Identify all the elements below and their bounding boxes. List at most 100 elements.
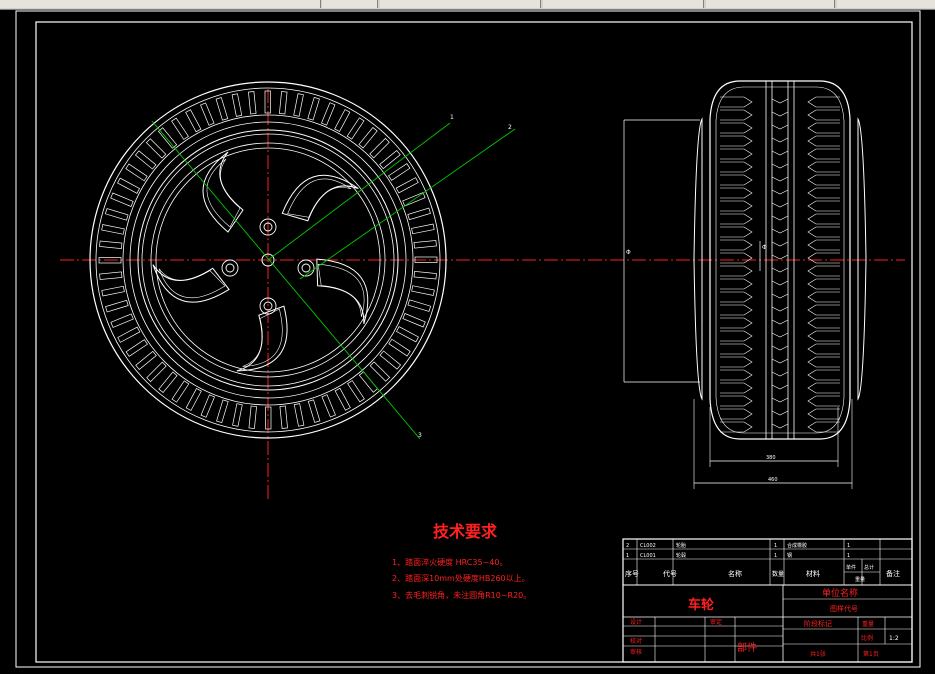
tread-block [388, 163, 411, 181]
toolbar-segment[interactable] [380, 0, 541, 8]
side-tread-lug [807, 213, 840, 225]
row-1-name: 轮毂 [676, 552, 686, 559]
center-tread-lug [771, 280, 789, 286]
side-tread-lug [807, 148, 840, 160]
spoke-cutout [202, 151, 244, 233]
tread-block [369, 361, 391, 382]
tread-block [99, 240, 123, 249]
row-1-material: 钢 [787, 552, 792, 559]
center-tread-lug [771, 319, 789, 325]
side-tread-lug [720, 226, 753, 238]
tread-block [157, 127, 178, 149]
center-tread-lug [771, 384, 789, 390]
review-label: 审核 [630, 648, 642, 656]
side-tread-lug [720, 265, 753, 277]
row-1-no: 1 [626, 553, 629, 559]
title-block [622, 538, 913, 663]
center-tread-lug [771, 332, 789, 338]
tread-block [125, 163, 148, 182]
row-1-qty: 1 [774, 553, 777, 559]
side-tread-lug [720, 330, 753, 342]
tread-block [411, 285, 435, 296]
tread-block [307, 96, 320, 121]
tread-block [117, 177, 141, 194]
side-tread-lug [720, 174, 753, 186]
tread-block [171, 380, 190, 403]
side-tread-lug [807, 135, 840, 147]
header-code: 代号 [663, 569, 677, 578]
side-tread-lug [720, 200, 753, 212]
center-tread-lug [771, 306, 789, 312]
tread-block [110, 313, 134, 328]
tech-requirement-1: 1、踏面淬火硬度 HRC35~40。 [392, 557, 507, 567]
side-tread-lug [807, 317, 840, 329]
tread-block [135, 350, 157, 371]
center-tread-lug [771, 267, 789, 273]
side-tread-lug [720, 252, 753, 264]
side-tread-lug [807, 239, 840, 251]
toolbar-segment[interactable] [543, 0, 704, 8]
tread-block [200, 394, 215, 418]
cad-drawing-canvas[interactable]: 1 2 3 Φ Φ 380 460 技术要求 1、踏面淬火硬度 HRC35~40… [0, 9, 935, 674]
header-total: 总计 [864, 564, 874, 571]
tread-block [402, 313, 426, 328]
tread-block [388, 338, 411, 357]
spoke-cutout [281, 174, 359, 222]
center-tread-lug [771, 241, 789, 247]
side-tread-lug [807, 382, 840, 394]
tread-block [334, 387, 351, 411]
side-tread-lug [807, 265, 840, 277]
tread-block [346, 117, 365, 140]
side-tread-lug [807, 278, 840, 290]
header-remark: 备注 [886, 569, 900, 578]
toolbar-segment[interactable] [837, 0, 935, 8]
tread-block [101, 285, 125, 297]
center-tread-lug [771, 397, 789, 403]
side-tread-lug [720, 109, 753, 121]
tread-block [134, 150, 157, 170]
side-tread-lug [720, 395, 753, 407]
toolbar-segment[interactable] [0, 0, 321, 8]
tread-block [307, 399, 321, 423]
header-name: 名称 [728, 569, 742, 578]
side-tread-lug [807, 187, 840, 199]
row-2-qty: 1 [774, 543, 777, 549]
tread-block [279, 91, 288, 115]
row-2-name: 轮胎 [676, 542, 686, 549]
header-weight: 重量 [855, 576, 865, 583]
row-2-count: 1 [847, 543, 850, 549]
tread-block [369, 137, 390, 159]
center-tread-lug [771, 228, 789, 234]
tread-block [232, 403, 243, 427]
side-tread-lug [807, 343, 840, 355]
sheets-total: 共1张 [810, 650, 826, 658]
side-tread-lug [807, 291, 840, 303]
tread-block [395, 177, 419, 194]
part-kind: 部件 [737, 641, 757, 654]
toolbar-segment[interactable] [706, 0, 835, 8]
spoke-cutout [316, 258, 369, 325]
side-tread-lug [720, 369, 753, 381]
tread-block [413, 240, 437, 249]
tread-block [185, 109, 202, 133]
height-dim-label: Φ [626, 249, 631, 256]
side-tread-lug [720, 96, 753, 108]
side-tread-lug [807, 395, 840, 407]
side-tread-lug [720, 408, 753, 420]
tech-requirement-3: 3、去毛刺锐角，未注圆角R10~R20。 [392, 590, 531, 600]
side-tread-lug [720, 421, 753, 433]
side-tread-lug [807, 252, 840, 264]
tread-block [395, 326, 419, 343]
side-tread-lug [807, 109, 840, 121]
side-tread-lug [807, 330, 840, 342]
toolbar-segment[interactable] [322, 0, 378, 8]
center-tread-lug [771, 111, 789, 117]
center-tread-lug [771, 345, 789, 351]
side-tread-lug [807, 200, 840, 212]
side-tread-lug [720, 148, 753, 160]
tech-requirement-2: 2、踏面深10mm处硬度HB260以上。 [392, 573, 530, 583]
side-tread-lug [720, 382, 753, 394]
tread-block [293, 403, 305, 427]
tread-block [104, 208, 129, 221]
row-1-count: 1 [847, 553, 850, 559]
